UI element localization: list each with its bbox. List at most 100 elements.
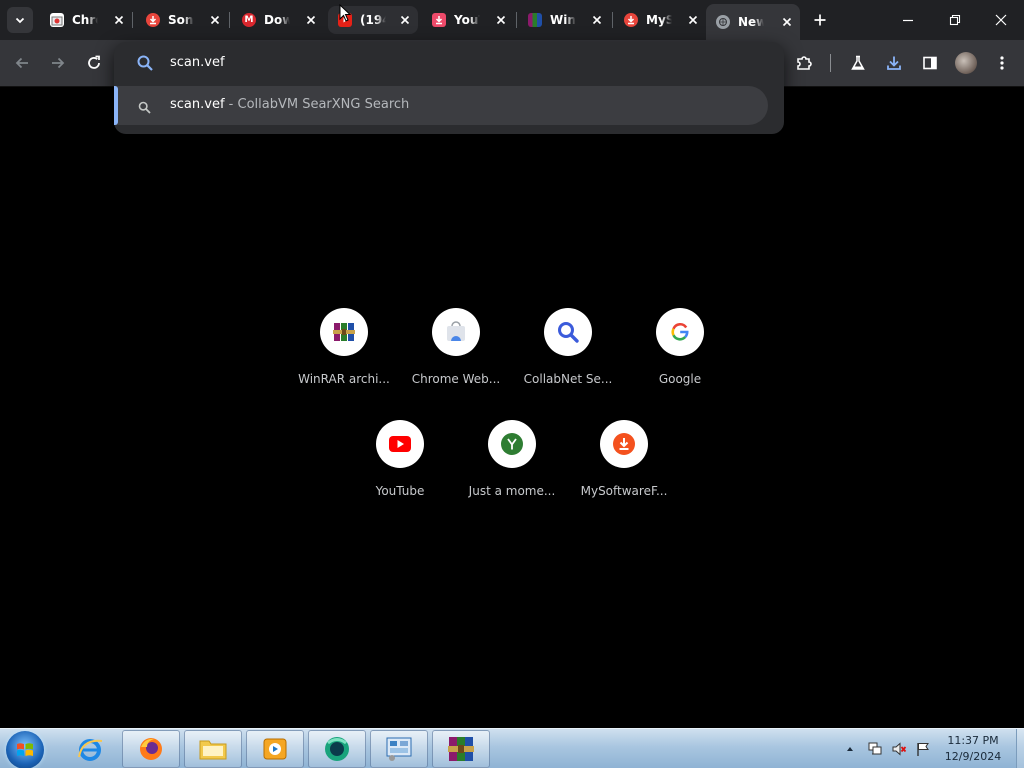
tab-download[interactable]: M Download	[232, 6, 324, 34]
profile-avatar[interactable]	[955, 52, 977, 74]
tab-chrome-web-store[interactable]: Chrome Web Store	[40, 6, 132, 34]
tab-youtube-download[interactable]: YouTube	[422, 6, 514, 34]
close-window-button[interactable]	[978, 0, 1024, 40]
tab-title: Songs	[168, 13, 194, 27]
shortcut-label: Just a mome...	[468, 484, 556, 498]
suggestion-engine: - CollabVM SearXNG Search	[224, 97, 410, 112]
flag-icon	[917, 743, 929, 756]
tab-separator	[132, 12, 133, 28]
side-panel-icon	[923, 56, 937, 70]
close-tab-icon[interactable]	[494, 13, 508, 27]
google-g-icon	[671, 323, 689, 341]
winrar-favicon-icon	[528, 13, 542, 27]
search-icon	[136, 54, 154, 76]
omnibox-dropdown: scan.vef scan.vef - CollabVM SearXNG Sea…	[114, 42, 784, 134]
tab-title: YouTube	[454, 13, 480, 27]
minimize-button[interactable]	[885, 0, 931, 40]
show-desktop-button[interactable]	[1016, 729, 1024, 768]
youtube-icon	[389, 436, 411, 452]
shortcut-icon-container	[320, 308, 368, 356]
taskbar-windows-explorer[interactable]	[184, 730, 242, 768]
firefox-icon	[140, 738, 162, 760]
downloads-button[interactable]	[881, 50, 907, 76]
tab-songs[interactable]: Songs	[136, 6, 228, 34]
omnibox-suggestion[interactable]: scan.vef - CollabVM SearXNG Search	[114, 86, 768, 125]
side-panel-button[interactable]	[917, 50, 943, 76]
shortcut-icon-container	[432, 308, 480, 356]
letter-y-icon	[501, 433, 523, 455]
chrome-web-store-icon	[447, 321, 465, 341]
suggestion-selected-indicator	[114, 86, 118, 125]
shortcut-tile[interactable]: MySoftwareF...	[568, 420, 680, 520]
shortcut-icon-container	[488, 420, 536, 468]
minimize-icon	[903, 19, 913, 22]
close-tab-icon[interactable]	[208, 13, 222, 27]
chevron-up-icon	[847, 747, 853, 751]
network-tray-icon[interactable]	[864, 729, 886, 768]
chrome-menu-button[interactable]	[989, 50, 1015, 76]
tab-winrar[interactable]: WinRAR	[518, 6, 610, 34]
labs-button[interactable]	[845, 50, 871, 76]
shortcut-tile[interactable]: Just a mome...	[456, 420, 568, 520]
tab-search-button[interactable]	[7, 7, 33, 33]
search-icon	[138, 99, 151, 118]
shortcut-tile[interactable]: WinRAR archi...	[288, 308, 400, 408]
tab-separator	[612, 12, 613, 28]
shortcut-icon-container	[656, 308, 704, 356]
volume-tray-icon[interactable]	[888, 729, 910, 768]
clock-date: 12/9/2024	[944, 750, 1002, 763]
arrow-right-icon	[52, 57, 65, 69]
new-tab-button[interactable]	[808, 8, 832, 32]
shortcut-label: YouTube	[375, 484, 425, 498]
close-tab-icon[interactable]	[590, 13, 604, 27]
taskbar-winrar[interactable]	[432, 730, 490, 768]
winrar-icon	[333, 323, 355, 341]
arrow-left-icon	[15, 57, 28, 69]
shortcut-label: Chrome Web...	[411, 372, 501, 386]
winrar-icon	[448, 737, 474, 761]
shortcut-tile[interactable]: CollabNet Se...	[512, 308, 624, 408]
forward-button[interactable]	[45, 50, 71, 76]
close-tab-icon[interactable]	[780, 15, 794, 29]
restore-button[interactable]	[932, 0, 978, 40]
show-hidden-icons-button[interactable]	[842, 729, 858, 768]
mouse-cursor-icon	[339, 4, 351, 22]
shortcut-tile[interactable]: YouTube	[344, 420, 456, 520]
taskbar-firefox[interactable]	[122, 730, 180, 768]
tab-mysoftwarefree[interactable]: MySoftwareFree	[614, 6, 706, 34]
media-player-icon	[263, 738, 287, 760]
taskbar-control-panel[interactable]	[370, 730, 428, 768]
globe-favicon-icon	[716, 15, 730, 29]
extensions-button[interactable]	[791, 50, 817, 76]
taskbar-chrome[interactable]	[308, 730, 366, 768]
volume-muted-icon	[892, 742, 907, 756]
network-icon	[868, 742, 882, 755]
taskbar-internet-explorer[interactable]	[61, 730, 119, 768]
start-button[interactable]	[6, 731, 44, 768]
clock-time: 11:37 PM	[947, 734, 999, 747]
more-vertical-icon	[1000, 56, 1004, 70]
shortcut-icon-container	[544, 308, 592, 356]
plus-icon	[814, 14, 826, 26]
control-panel-icon	[386, 737, 412, 761]
tab-title: WinRAR	[550, 13, 576, 27]
shortcut-icon-container	[376, 420, 424, 468]
shortcut-tile[interactable]: Google	[624, 308, 736, 408]
close-icon	[995, 14, 1007, 26]
shortcut-label: CollabNet Se...	[523, 372, 613, 386]
action-center-tray-icon[interactable]	[912, 729, 934, 768]
address-bar-input[interactable]: scan.vef	[170, 54, 225, 72]
taskbar-media-player[interactable]	[246, 730, 304, 768]
tab-title: MySoftwareFree	[646, 13, 672, 27]
shortcut-tile[interactable]: Chrome Web...	[400, 308, 512, 408]
close-tab-icon[interactable]	[112, 13, 126, 27]
tab-title: Download	[264, 13, 290, 27]
close-tab-icon[interactable]	[398, 13, 412, 27]
tab-new-tab[interactable]: New Tab	[706, 4, 800, 40]
close-tab-icon[interactable]	[304, 13, 318, 27]
taskbar-clock[interactable]: 11:37 PM 12/9/2024	[936, 733, 1010, 765]
reload-button[interactable]	[81, 50, 107, 76]
back-button[interactable]	[9, 50, 35, 76]
close-tab-icon[interactable]	[686, 13, 700, 27]
folder-icon	[199, 740, 227, 760]
